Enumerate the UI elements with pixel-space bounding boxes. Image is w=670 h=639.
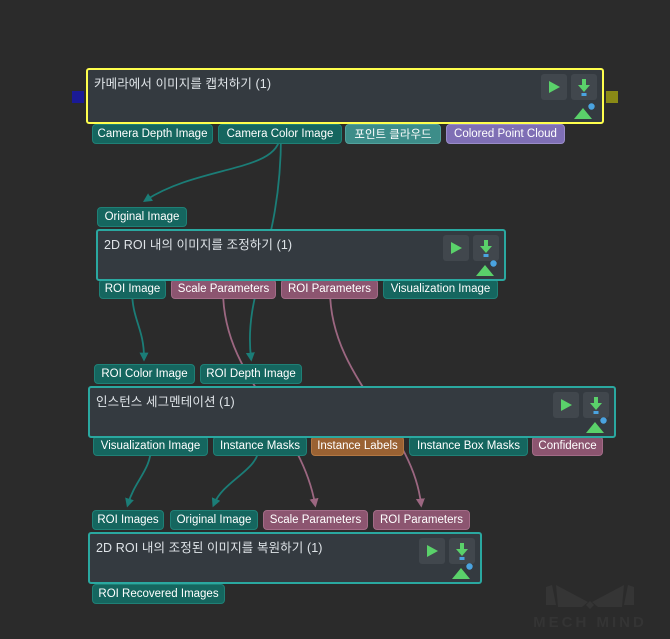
node-preview-indicator[interactable] [572,103,596,119]
download-icon [578,79,590,96]
node-output-port[interactable]: Instance Masks [213,436,307,456]
port-label: ROI Recovered Images [98,588,219,600]
connection-edge [142,134,281,202]
run-button[interactable] [443,235,469,261]
node-button-group [419,538,475,564]
download-icon [480,240,492,257]
node-output-square[interactable] [606,91,618,103]
port-label: Scale Parameters [269,514,362,526]
download-icon [456,543,468,560]
watermark-text: MECH MIND [533,614,647,631]
port-label: Camera Depth Image [97,128,208,140]
node-preview-indicator[interactable] [584,417,608,433]
node-input-port[interactable]: ROI Parameters [373,510,470,530]
node-preview-indicator[interactable] [474,260,498,276]
port-label: Original Image [104,211,180,223]
workflow-canvas[interactable]: Camera Depth Image Camera Color Image 포인트 … [0,0,670,639]
port-label: ROI Parameters [287,283,372,295]
node-input-square[interactable] [72,91,84,103]
node-output-port[interactable]: Scale Parameters [171,279,276,299]
node-output-port[interactable]: Camera Depth Image [92,124,213,144]
node-output-port[interactable]: Visualization Image [383,279,498,299]
port-label: 포인트 클라우드 [354,129,432,141]
node-output-port[interactable]: Confidence [532,436,603,456]
play-icon [561,399,572,411]
node-output-port[interactable]: Colored Point Cloud [446,124,565,144]
node-input-port[interactable]: ROI Depth Image [200,364,302,384]
port-label: Camera Color Image [226,128,334,140]
port-label: Scale Parameters [177,283,270,295]
play-icon [451,242,462,254]
port-label: Visualization Image [390,283,491,295]
node-output-port[interactable]: Instance Labels [311,436,404,456]
node-output-port[interactable]: Visualization Image [93,436,208,456]
node-output-port[interactable]: Instance Box Masks [409,436,528,456]
download-button[interactable] [449,538,475,564]
node-output-port[interactable]: ROI Recovered Images [92,584,225,604]
port-label: Visualization Image [100,440,201,452]
port-label: Original Image [176,514,252,526]
node-preview-indicator[interactable] [450,563,474,579]
download-icon [590,397,602,414]
port-label: ROI Parameters [379,514,464,526]
download-button[interactable] [473,235,499,261]
node-input-port[interactable]: Original Image [97,207,187,227]
workflow-node-adjust-images-in-2d-roi[interactable]: 2D ROI 내의 이미지를 조정하기 (1) [96,229,506,281]
node-input-port[interactable]: Scale Parameters [263,510,368,530]
run-button[interactable] [541,74,567,100]
node-output-port[interactable]: Camera Color Image [218,124,342,144]
play-icon [549,81,560,93]
image-preview-icon [452,563,473,579]
port-label: Instance Box Masks [417,440,520,452]
play-icon [427,545,438,557]
node-title: 2D ROI 내의 이미지를 조정하기 (1) [104,238,293,252]
node-output-port[interactable]: 포인트 클라우드 [345,124,441,144]
node-title: 인스턴스 세그멘테이션 (1) [96,395,235,409]
download-button[interactable] [571,74,597,100]
node-title: 2D ROI 내의 조정된 이미지를 복원하기 (1) [96,541,323,555]
connection-edge [131,289,149,362]
node-button-group [443,235,499,261]
port-label: Instance Masks [220,440,300,452]
node-input-port[interactable]: ROI Color Image [94,364,195,384]
run-button[interactable] [553,392,579,418]
node-title: 카메라에서 이미지를 캡처하기 (1) [94,77,272,91]
port-label: Confidence [538,440,597,452]
workflow-node-restore-adjusted-images-in-2d-roi[interactable]: 2D ROI 내의 조정된 이미지를 복원하기 (1) [88,532,482,584]
mech-mind-watermark: MECH MIND [533,585,647,631]
port-label: ROI Images [97,514,159,526]
port-label: ROI Depth Image [206,368,296,380]
node-input-port[interactable]: ROI Images [92,510,164,530]
image-preview-icon [476,260,497,276]
port-label: ROI Image [104,283,161,295]
node-input-port[interactable]: Original Image [170,510,258,530]
image-preview-icon [574,103,595,119]
workflow-node-capture-images-from-camera[interactable]: 카메라에서 이미지를 캡처하기 (1) [86,68,604,124]
node-output-port[interactable]: ROI Parameters [281,279,378,299]
node-button-group [541,74,597,100]
port-label: Instance Labels [317,440,398,452]
port-label: Colored Point Cloud [454,128,557,140]
workflow-node-instance-segmentation[interactable]: 인스턴스 세그멘테이션 (1) [88,386,616,438]
port-label: ROI Color Image [101,368,188,380]
image-preview-icon [586,417,607,433]
node-output-port[interactable]: ROI Image [99,279,166,299]
run-button[interactable] [419,538,445,564]
download-button[interactable] [583,392,609,418]
node-button-group [553,392,609,418]
